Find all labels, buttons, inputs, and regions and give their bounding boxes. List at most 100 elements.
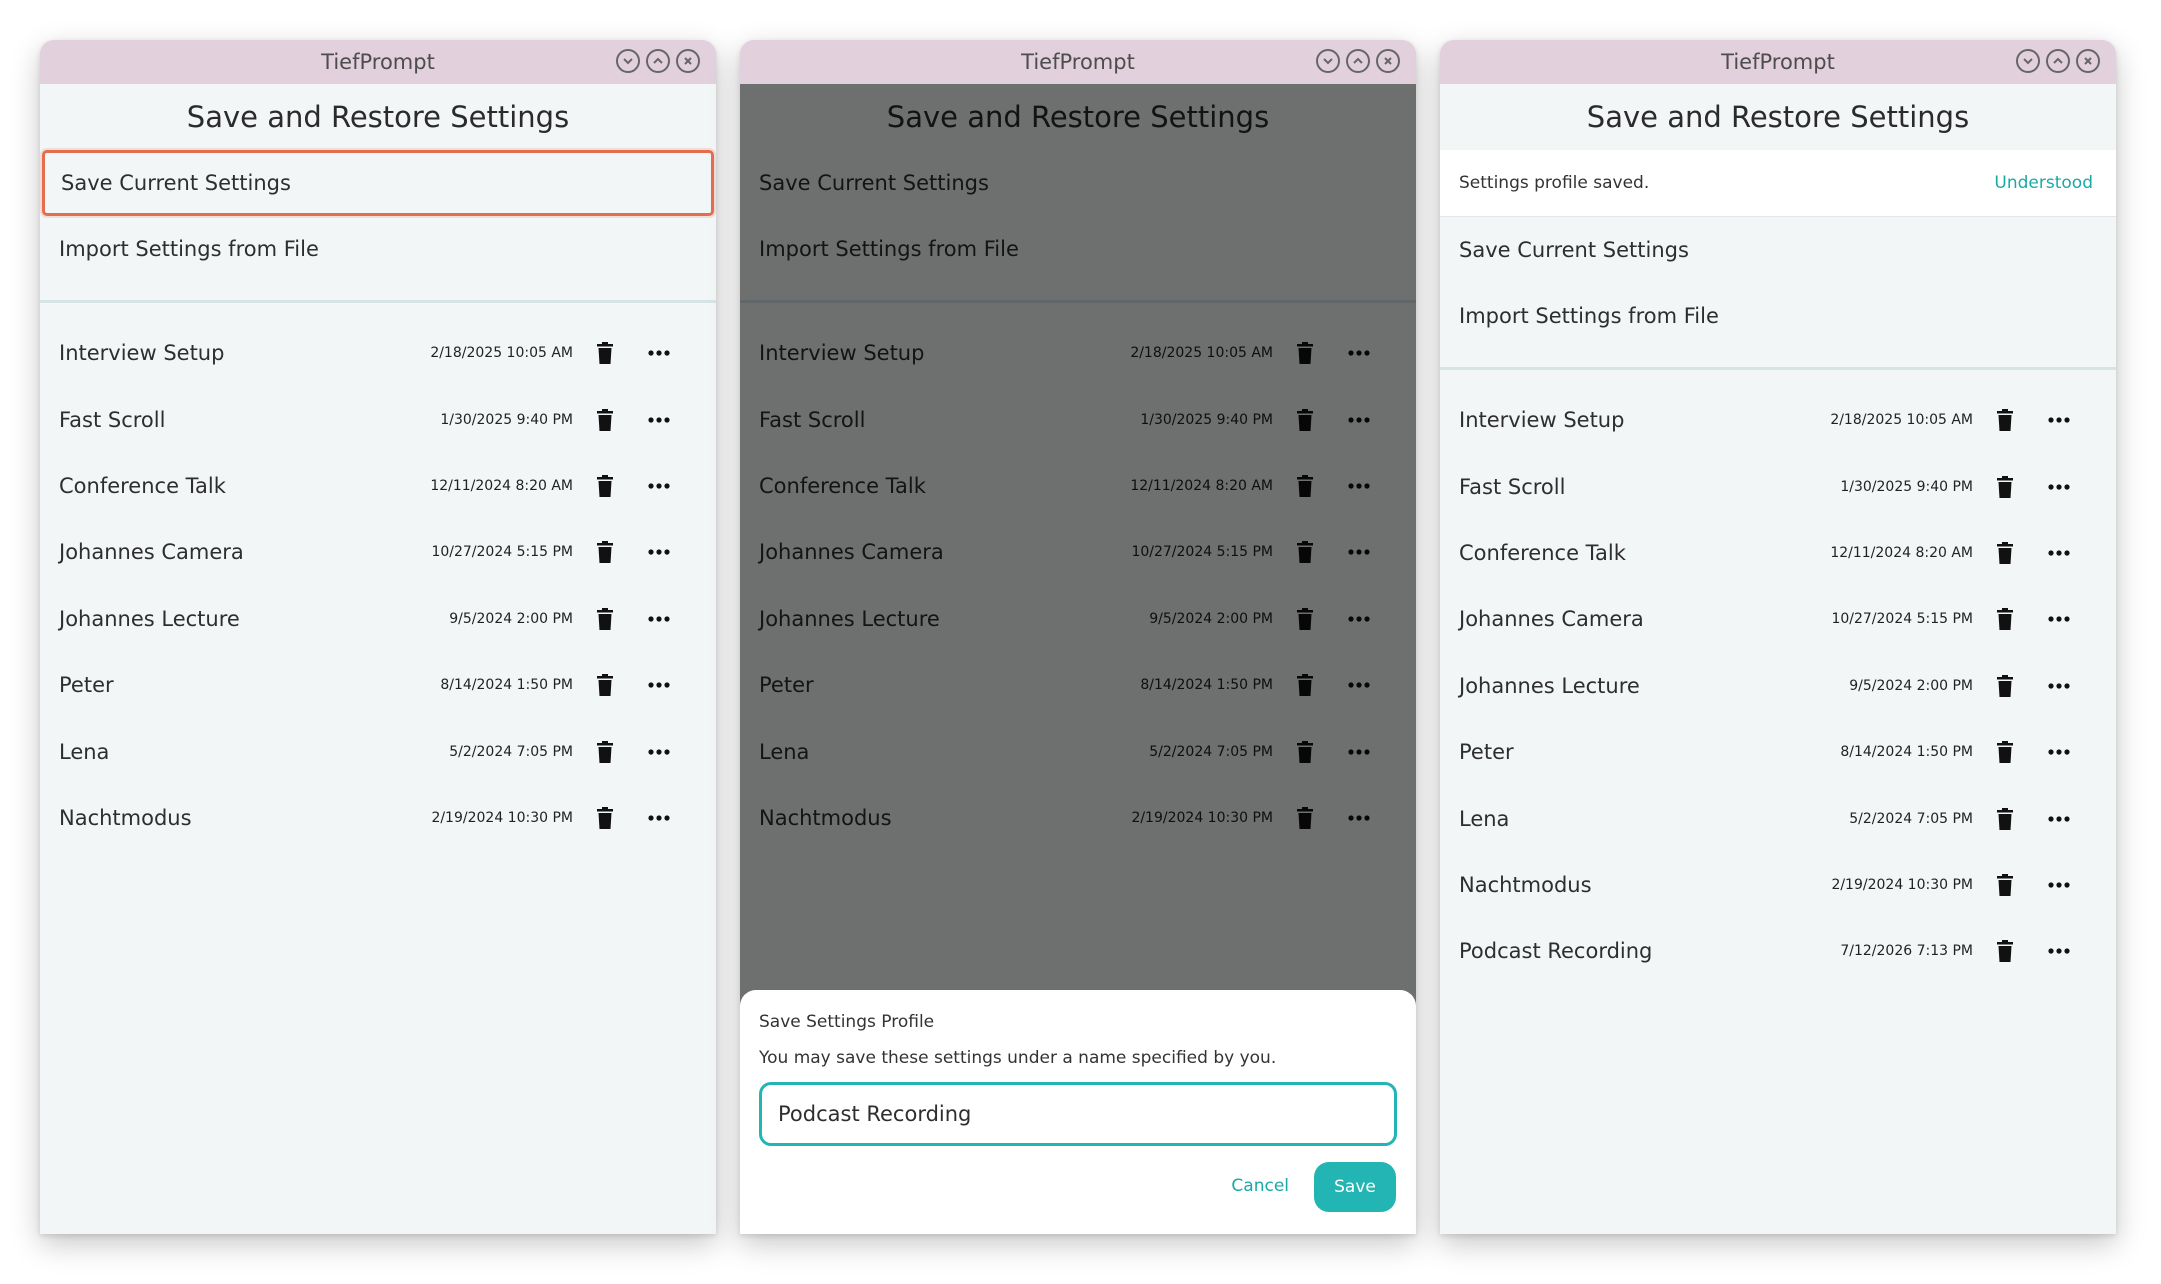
profile-row[interactable]: Fast Scroll 1/30/2025 9:40 PM	[40, 386, 716, 452]
profile-name: Interview Setup	[1459, 408, 1625, 433]
title-bar[interactable]: TiefPrompt	[1440, 40, 2116, 84]
minimize-icon[interactable]	[2016, 49, 2040, 73]
trash-icon[interactable]	[597, 740, 613, 763]
more-options-icon[interactable]	[648, 416, 670, 423]
more-options-icon[interactable]	[2048, 683, 2070, 689]
maximize-icon[interactable]	[1346, 49, 1370, 73]
close-icon[interactable]	[2076, 49, 2100, 73]
trash-icon[interactable]	[1997, 541, 2013, 564]
save-current-settings-button[interactable]: Save Current Settings	[42, 150, 714, 216]
more-options-icon[interactable]	[2048, 749, 2070, 755]
profile-row[interactable]: Johannes Camera 10/27/2024 5:15 PM	[1440, 586, 2116, 652]
profile-row[interactable]: Nachtmodus 2/19/2024 10:30 PM	[1440, 852, 2116, 918]
profile-row[interactable]: Conference Talk 12/11/2024 8:20 AM	[40, 453, 716, 519]
title-bar[interactable]: TiefPrompt	[40, 40, 716, 84]
trash-icon[interactable]	[597, 541, 613, 564]
more-options-icon[interactable]	[2048, 417, 2070, 423]
dialog-title: Save Settings Profile	[759, 1012, 935, 1032]
profile-row[interactable]: Peter 8/14/2024 1:50 PM	[1440, 719, 2116, 785]
profile-row[interactable]: Fast Scroll 1/30/2025 9:40 PM	[1440, 453, 2116, 519]
profile-name-input[interactable]: Podcast Recording	[759, 1082, 1397, 1146]
trash-icon[interactable]	[1997, 741, 2013, 764]
profile-name: Podcast Recording	[1459, 939, 1653, 964]
trash-icon[interactable]	[597, 674, 613, 697]
trash-icon[interactable]	[1997, 873, 2013, 896]
more-options-icon[interactable]	[2048, 815, 2070, 822]
profile-name: Johannes Lecture	[1459, 673, 1640, 698]
profile-row[interactable]: Johannes Camera 10/27/2024 5:15 PM	[40, 519, 716, 585]
profile-row[interactable]: Interview Setup 2/18/2025 10:05 AM	[40, 320, 716, 386]
page-title: Save and Restore Settings	[1586, 100, 1970, 134]
profile-name: Peter	[59, 673, 114, 698]
trash-icon[interactable]	[597, 408, 613, 431]
profile-row[interactable]: Johannes Lecture 9/5/2024 2:00 PM	[40, 586, 716, 652]
app-title: TiefPrompt	[1721, 50, 1835, 74]
maximize-icon[interactable]	[2046, 49, 2070, 73]
profile-date: 12/11/2024 8:20 AM	[1830, 544, 1973, 561]
snackbar-message: Settings profile saved.	[1459, 173, 1650, 193]
profile-name: Fast Scroll	[59, 407, 166, 432]
profile-row[interactable]: Lena 5/2/2024 7:05 PM	[1440, 785, 2116, 851]
minimize-icon[interactable]	[616, 49, 640, 73]
minimize-icon[interactable]	[1316, 49, 1340, 73]
trash-icon[interactable]	[1997, 608, 2013, 631]
profile-row[interactable]: Podcast Recording 7/12/2026 7:13 PM	[1440, 918, 2116, 984]
page-title: Save and Restore Settings	[186, 100, 570, 134]
save-button[interactable]: Save	[1314, 1162, 1396, 1212]
profile-name: Lena	[59, 739, 110, 764]
profile-date: 8/14/2024 1:50 PM	[440, 677, 573, 694]
close-icon[interactable]	[676, 49, 700, 73]
profile-row[interactable]: Lena 5/2/2024 7:05 PM	[40, 718, 716, 784]
more-options-icon[interactable]	[2048, 948, 2070, 954]
more-options-icon[interactable]	[648, 549, 670, 555]
window-1: TiefPrompt Save and Restore Settings Sav…	[40, 40, 716, 1234]
profile-name: Peter	[1459, 740, 1514, 765]
trash-icon[interactable]	[1997, 409, 2013, 432]
more-options-icon[interactable]	[2048, 550, 2070, 556]
profile-row[interactable]: Conference Talk 12/11/2024 8:20 AM	[1440, 520, 2116, 586]
trash-icon[interactable]	[597, 607, 613, 630]
snackbar: Settings profile saved. Understood	[1440, 150, 2116, 217]
more-options-icon[interactable]	[2048, 882, 2070, 888]
window-controls	[2016, 49, 2100, 73]
trash-icon[interactable]	[597, 806, 613, 829]
app-title: TiefPrompt	[321, 50, 435, 74]
profile-row[interactable]: Peter 8/14/2024 1:50 PM	[40, 652, 716, 718]
profile-date: 8/14/2024 1:50 PM	[1840, 744, 1973, 761]
title-bar[interactable]: TiefPrompt	[740, 40, 1416, 84]
more-options-icon[interactable]	[648, 616, 670, 622]
trash-icon[interactable]	[1997, 674, 2013, 697]
more-options-icon[interactable]	[2048, 616, 2070, 622]
profile-date: 10/27/2024 5:15 PM	[431, 544, 573, 561]
profile-name: Interview Setup	[59, 341, 225, 366]
profile-date: 1/30/2025 9:40 PM	[1840, 478, 1973, 495]
trash-icon[interactable]	[1997, 475, 2013, 498]
more-options-icon[interactable]	[648, 682, 670, 688]
more-options-icon[interactable]	[648, 748, 670, 755]
profile-name: Conference Talk	[1459, 540, 1626, 565]
profile-date: 2/18/2025 10:05 AM	[1830, 412, 1973, 429]
understood-button[interactable]: Understood	[1994, 173, 2093, 193]
profile-row[interactable]: Johannes Lecture 9/5/2024 2:00 PM	[1440, 653, 2116, 719]
window-controls	[1316, 49, 1400, 73]
maximize-icon[interactable]	[646, 49, 670, 73]
more-options-icon[interactable]	[648, 483, 670, 489]
profile-name: Johannes Camera	[59, 540, 244, 565]
save-current-settings-button[interactable]: Save Current Settings	[1440, 217, 2116, 283]
profile-row[interactable]: Nachtmodus 2/19/2024 10:30 PM	[40, 785, 716, 851]
trash-icon[interactable]	[597, 342, 613, 365]
cancel-button[interactable]: Cancel	[1231, 1176, 1289, 1196]
profile-row[interactable]: Interview Setup 2/18/2025 10:05 AM	[1440, 387, 2116, 453]
import-settings-button[interactable]: Import Settings from File	[1440, 283, 2116, 349]
trash-icon[interactable]	[597, 474, 613, 497]
save-profile-dialog: Save Settings Profile You may save these…	[740, 990, 1416, 1234]
trash-icon[interactable]	[1997, 940, 2013, 963]
more-options-icon[interactable]	[648, 350, 670, 356]
profile-list: Interview Setup 2/18/2025 10:05 AM Fast …	[40, 303, 716, 851]
trash-icon[interactable]	[1997, 807, 2013, 830]
import-settings-button[interactable]: Import Settings from File	[40, 216, 716, 282]
close-icon[interactable]	[1376, 49, 1400, 73]
window-3: TiefPrompt Save and Restore Settings Set…	[1440, 40, 2116, 1234]
more-options-icon[interactable]	[2048, 483, 2070, 490]
more-options-icon[interactable]	[648, 815, 670, 821]
